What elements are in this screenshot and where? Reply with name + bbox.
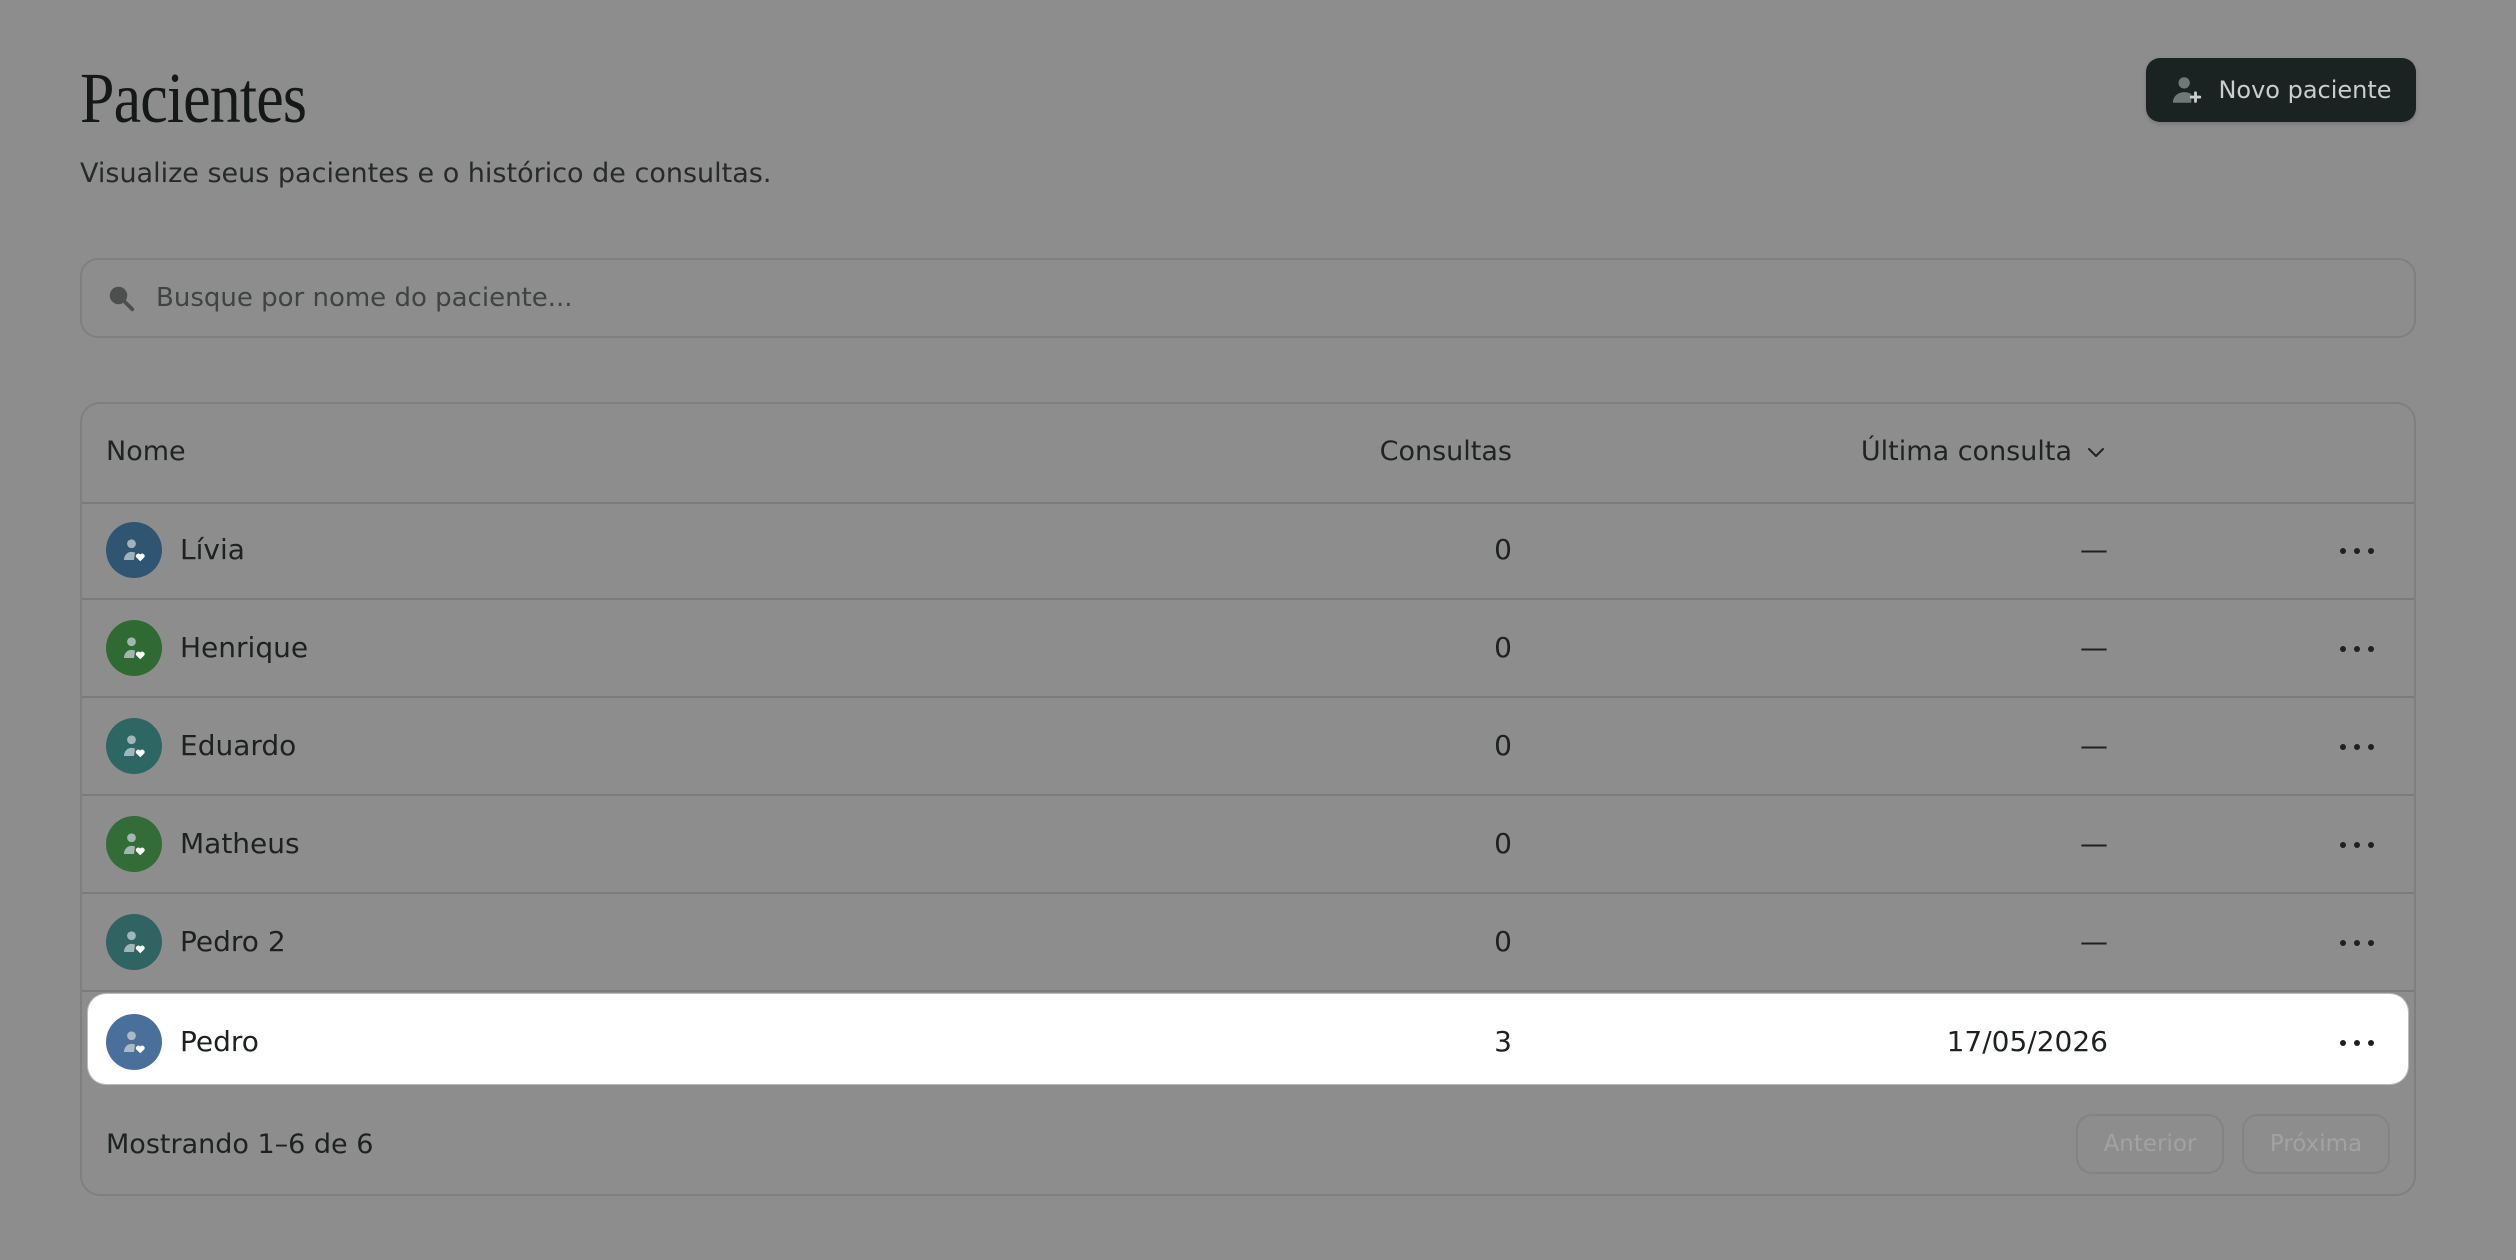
last-consultation-date: — <box>2080 827 2108 860</box>
previous-page-button[interactable]: Anterior <box>2076 1114 2224 1174</box>
more-dot <box>2354 1040 2360 1046</box>
table-row[interactable]: Matheus 0 — <box>82 796 2414 894</box>
new-patient-button[interactable]: Novo paciente <box>2146 58 2416 122</box>
row-actions-button[interactable] <box>2340 830 2374 860</box>
pagination-summary: Mostrando 1–6 de 6 <box>106 1129 374 1160</box>
next-page-button[interactable]: Próxima <box>2242 1114 2390 1174</box>
more-horizontal-icon <box>2340 842 2346 848</box>
new-patient-button-label: Novo paciente <box>2218 76 2392 104</box>
search-icon <box>109 286 135 312</box>
more-horizontal-icon <box>2340 744 2346 750</box>
patient-name: Pedro 2 <box>180 925 286 958</box>
patient-name: Matheus <box>180 827 300 860</box>
row-actions-button[interactable] <box>2340 1028 2374 1058</box>
avatar <box>106 816 162 872</box>
user-heart-icon <box>124 735 145 758</box>
last-consultation-date: — <box>2080 925 2108 958</box>
more-dot <box>2368 548 2374 554</box>
more-dot <box>2354 744 2360 750</box>
patients-page: Pacientes Visualize seus pacientes e o h… <box>80 0 2416 1260</box>
patient-name: Pedro <box>180 1025 259 1058</box>
last-consultation-date: — <box>2080 729 2108 762</box>
more-horizontal-icon <box>2340 940 2346 946</box>
patient-name: Eduardo <box>180 729 297 762</box>
more-dot <box>2368 1040 2374 1046</box>
more-dot <box>2368 940 2374 946</box>
search-bar[interactable] <box>80 258 2416 338</box>
consultation-count: 3 <box>1494 1025 1512 1058</box>
more-dot <box>2368 744 2374 750</box>
avatar <box>106 620 162 676</box>
column-header-name[interactable]: Nome <box>106 436 186 467</box>
last-consultation-date: 17/05/2026 <box>1946 1025 2108 1058</box>
column-header-last-consultation[interactable]: Última consulta <box>1861 436 2108 467</box>
user-heart-icon <box>124 637 145 660</box>
table-footer: Mostrando 1–6 de 6 Anterior Próxima <box>82 1092 2414 1196</box>
user-heart-icon <box>124 931 145 954</box>
row-actions-button[interactable] <box>2340 536 2374 566</box>
consultation-count: 0 <box>1494 827 1512 860</box>
table-row[interactable]: Pedro 3 17/05/2026 <box>88 994 2408 1084</box>
consultation-count: 0 <box>1494 533 1512 566</box>
more-horizontal-icon <box>2340 1040 2346 1046</box>
patient-name: Henrique <box>180 631 309 664</box>
column-header-consultations[interactable]: Consultas <box>1380 436 1512 467</box>
row-actions-button[interactable] <box>2340 928 2374 958</box>
avatar <box>106 718 162 774</box>
more-dot <box>2354 842 2360 848</box>
more-horizontal-icon <box>2340 548 2346 554</box>
user-heart-icon <box>124 833 145 856</box>
table-row[interactable]: Lívia 0 — <box>82 502 2414 600</box>
page-title: Pacientes <box>80 58 307 138</box>
avatar <box>106 914 162 970</box>
user-heart-icon <box>124 539 145 562</box>
last-consultation-date: — <box>2080 631 2108 664</box>
user-plus-icon <box>2173 77 2202 103</box>
table-row[interactable]: Pedro 2 0 — <box>82 894 2414 992</box>
last-consultation-date: — <box>2080 533 2108 566</box>
patient-name: Lívia <box>180 533 245 566</box>
consultation-count: 0 <box>1494 925 1512 958</box>
avatar <box>106 1014 162 1070</box>
consultation-count: 0 <box>1494 631 1512 664</box>
more-dot <box>2368 646 2374 652</box>
user-heart-icon <box>124 1031 145 1054</box>
table-row[interactable]: Henrique 0 — <box>82 600 2414 698</box>
avatar <box>106 522 162 578</box>
chevron-down-icon <box>2088 447 2104 457</box>
search-input[interactable] <box>154 282 2258 314</box>
consultation-count: 0 <box>1494 729 1512 762</box>
more-horizontal-icon <box>2340 646 2346 652</box>
table-header: Nome Consultas Última consulta <box>82 404 2414 504</box>
more-dot <box>2354 940 2360 946</box>
more-dot <box>2354 548 2360 554</box>
page-subtitle: Visualize seus pacientes e o histórico d… <box>80 158 772 189</box>
more-dot <box>2368 842 2374 848</box>
column-header-last-consultation-label: Última consulta <box>1860 436 2072 467</box>
row-actions-button[interactable] <box>2340 634 2374 664</box>
more-dot <box>2354 646 2360 652</box>
patients-table: Nome Consultas Última consulta Lívia 0— He… <box>80 402 2416 1196</box>
table-row[interactable]: Eduardo 0 — <box>82 698 2414 796</box>
row-actions-button[interactable] <box>2340 732 2374 762</box>
